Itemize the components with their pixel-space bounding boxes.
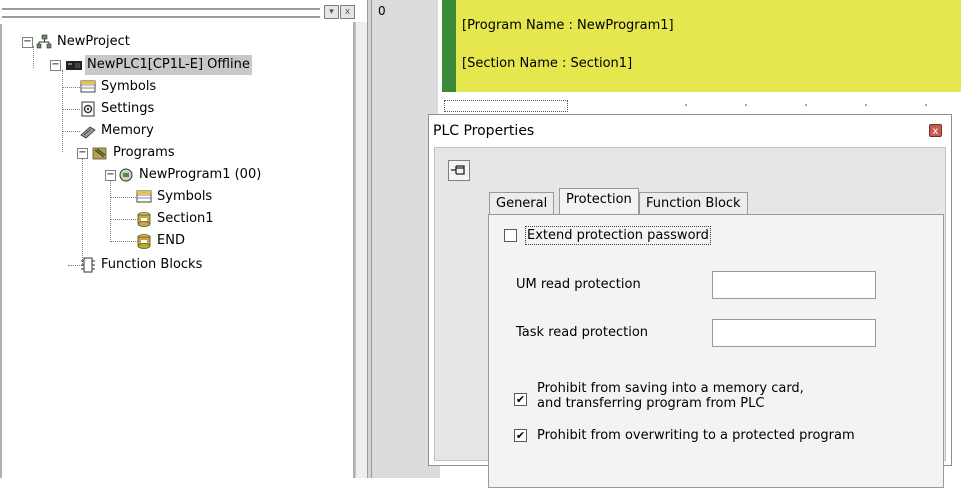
tab-protection[interactable]: Protection (559, 188, 639, 214)
pin-icon (451, 165, 465, 175)
prohibit-saving-checkbox[interactable]: ✔ (514, 393, 527, 406)
pane-close-button[interactable]: x (340, 5, 355, 19)
tree-item-label: Settings (101, 101, 155, 116)
collapse-toggle[interactable]: − (22, 37, 33, 48)
grid-dot (805, 104, 807, 106)
collapse-toggle[interactable]: − (50, 60, 61, 71)
symbols-table-icon (80, 80, 96, 93)
tree-item-label: Programs (113, 145, 175, 160)
dialog-body: General Protection Function Block Extend… (434, 147, 946, 488)
prohibit-saving-label-line1: Prohibit from saving into a memory card, (537, 381, 804, 396)
tree-item-label: Memory (101, 123, 154, 138)
pin-button[interactable] (448, 160, 470, 181)
settings-icon (81, 101, 95, 117)
prohibit-overwrite-checkbox[interactable]: ✔ (514, 429, 527, 442)
dialog-title: PLC Properties (433, 123, 535, 139)
collapse-toggle[interactable]: − (105, 170, 116, 181)
um-read-protection-input[interactable] (712, 271, 876, 299)
programs-folder-icon (92, 147, 107, 160)
section-name-comment: [Section Name : Section1] (462, 56, 633, 71)
tree-item-label: NewPLC1[CP1L-E] Offline (85, 55, 252, 75)
end-section-icon (137, 234, 151, 249)
column-separator (438, 0, 440, 120)
rung-cursor[interactable] (444, 100, 568, 112)
project-network-icon (36, 34, 52, 49)
protection-tab-panel: Extend protection password UM read prote… (488, 214, 944, 488)
tree-item-programs[interactable]: Programs (80, 143, 177, 163)
program-name-comment: [Program Name : NewProgram1] (462, 18, 674, 33)
tree-item-label: Symbols (101, 79, 157, 94)
grid-dot (865, 104, 867, 106)
tree-item-symbols[interactable]: Symbols (80, 77, 158, 97)
prohibit-overwrite-label: Prohibit from overwriting to a protected… (537, 428, 855, 443)
tree-border (0, 24, 2, 478)
task-read-protection-input[interactable] (712, 319, 876, 347)
prohibit-saving-label-line2: and transferring program from PLC (537, 396, 765, 411)
rung-left-bar (442, 0, 456, 92)
task-read-protection-label: Task read protection (516, 325, 649, 340)
rung-comment-box[interactable] (456, 0, 961, 92)
grid-dot (925, 104, 927, 106)
tree-item-newproject[interactable]: NewProject (36, 32, 132, 52)
grid-dot (745, 104, 747, 106)
tree-item-section1[interactable]: Section1 (136, 209, 216, 229)
section-icon (137, 212, 151, 227)
tree-item-function-blocks[interactable]: Function Blocks (80, 255, 204, 275)
dialog-close-button[interactable]: x (929, 124, 942, 137)
extend-password-label: Extend protection password (525, 226, 711, 245)
grid-dot (685, 104, 687, 106)
dialog-title-bar[interactable]: PLC Properties x (429, 115, 951, 147)
um-read-protection-label: UM read protection (516, 277, 641, 292)
tree-item-settings[interactable]: Settings (80, 99, 156, 119)
symbols-table-icon (136, 190, 152, 203)
rung-number: 0 (378, 4, 386, 18)
tree-item-label: Section1 (157, 211, 214, 226)
memory-chip-icon (80, 126, 96, 139)
tree-vertical-scrollbar[interactable] (355, 22, 367, 478)
tree-item-plc[interactable]: NewPLC1[CP1L-E] Offline (66, 55, 252, 75)
program-icon (119, 168, 133, 182)
project-tree-pane: ▾ x − NewProject − NewPLC1[CP1L-E] Offli… (0, 0, 367, 478)
plc-device-icon (66, 61, 82, 70)
extend-password-checkbox[interactable] (504, 229, 517, 242)
tree-pane-header: ▾ x (0, 0, 358, 22)
tree-item-label: END (157, 233, 185, 248)
pane-grip-handle[interactable] (2, 8, 320, 18)
tree-item-program-symbols[interactable]: Symbols (136, 187, 214, 207)
plc-properties-dialog: PLC Properties x General Protection Func… (428, 114, 952, 488)
function-block-icon (81, 257, 95, 273)
tree-item-label: NewProject (57, 34, 130, 49)
tree-item-end[interactable]: END (136, 231, 187, 251)
tree-item-newprogram1[interactable]: NewProgram1 (00) (118, 165, 263, 185)
tab-function-block[interactable]: Function Block (639, 192, 748, 214)
tree-item-label: Function Blocks (101, 257, 203, 272)
tree-item-memory[interactable]: Memory (80, 121, 156, 141)
tree-item-label: Symbols (157, 189, 213, 204)
pane-dropdown-button[interactable]: ▾ (324, 5, 339, 19)
tree-item-label: NewProgram1 (00) (139, 167, 262, 182)
tab-general[interactable]: General (489, 192, 555, 214)
